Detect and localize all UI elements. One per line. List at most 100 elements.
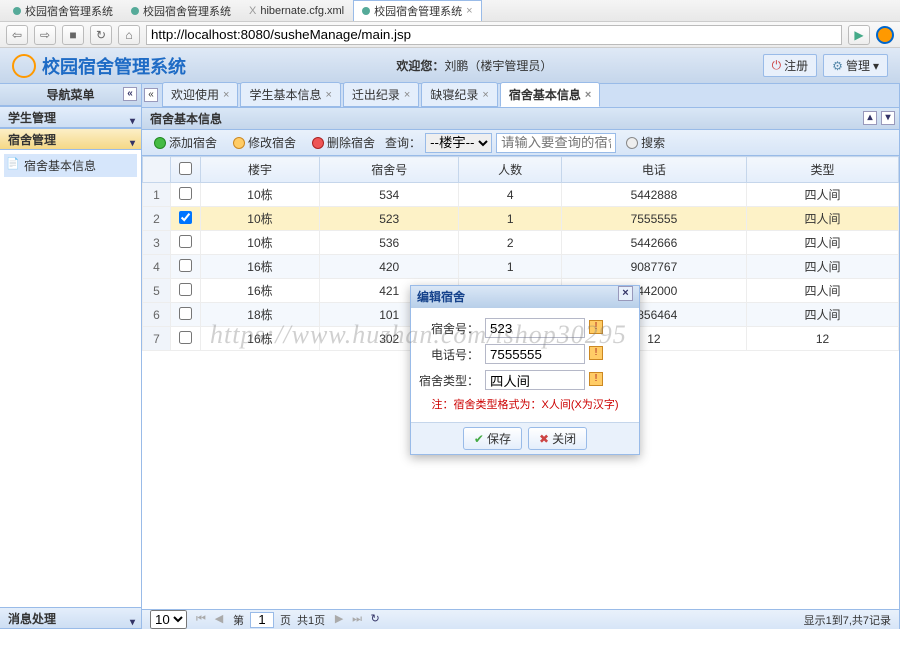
tab-welcome[interactable]: 欢迎使用×	[162, 82, 238, 107]
col-room[interactable]: 宿舍号	[319, 157, 459, 183]
delete-button[interactable]: 删除宿舍	[306, 132, 381, 153]
address-bar: ⇦ ⇨ ■ ↻ ⌂ ▶	[0, 22, 900, 48]
cell-type: 12	[747, 327, 899, 351]
select-all-checkbox[interactable]	[179, 162, 192, 175]
cell-building: 10栋	[201, 231, 320, 255]
save-button[interactable]: ✔保存	[463, 427, 522, 450]
home-button[interactable]: ⌂	[118, 25, 140, 45]
forward-button[interactable]: ⇨	[34, 25, 56, 45]
cell-people: 2	[459, 231, 561, 255]
prev-page-button[interactable]: ◀	[211, 612, 227, 628]
page-size-select[interactable]: 10	[150, 610, 187, 629]
dialog-header[interactable]: 编辑宿舍 ×	[411, 286, 639, 308]
first-page-button[interactable]: ⏮	[193, 612, 209, 628]
cell-room: 534	[319, 183, 459, 207]
table-row[interactable]: 3 10栋 536 2 5442666 四人间	[143, 231, 899, 255]
panel-collapse-button[interactable]: ▴	[863, 111, 877, 125]
row-number: 4	[143, 255, 171, 279]
close-button[interactable]: ✖关闭	[528, 427, 587, 450]
browser-tab[interactable]: 校园宿舍管理系统	[4, 0, 122, 22]
cell-building: 16栋	[201, 327, 320, 351]
edit-button[interactable]: 修改宿舍	[227, 132, 302, 153]
panel-header: 宿舍基本信息 ▴ ▾	[142, 108, 899, 130]
type-input[interactable]	[485, 370, 585, 390]
tab-scroll-left[interactable]: «	[144, 88, 158, 102]
search-input[interactable]	[496, 133, 616, 153]
chevron-down-icon: ▾	[130, 612, 135, 634]
col-building[interactable]: 楼宇	[201, 157, 320, 183]
collapse-button[interactable]: «	[123, 87, 137, 101]
go-button[interactable]: ▶	[848, 25, 870, 45]
add-icon	[154, 137, 166, 149]
cell-phone: 9087767	[561, 255, 746, 279]
close-icon[interactable]: ×	[482, 89, 488, 101]
acc-student[interactable]: 学生管理▾	[0, 106, 141, 128]
dialog-close-button[interactable]: ×	[618, 286, 633, 301]
cell-type: 四人间	[747, 207, 899, 231]
browser-tab[interactable]: Xhibernate.cfg.xml	[240, 2, 353, 20]
row-checkbox[interactable]	[179, 235, 192, 248]
stop-button[interactable]: ■	[62, 25, 84, 45]
row-number: 7	[143, 327, 171, 351]
col-phone[interactable]: 电话	[561, 157, 746, 183]
next-page-button[interactable]: ▶	[331, 612, 347, 628]
row-checkbox[interactable]	[179, 331, 192, 344]
row-number: 6	[143, 303, 171, 327]
col-people[interactable]: 人数	[459, 157, 561, 183]
delete-icon	[312, 137, 324, 149]
close-icon[interactable]: ×	[325, 89, 331, 101]
table-row[interactable]: 2 10栋 523 1 7555555 四人间	[143, 207, 899, 231]
add-button[interactable]: 添加宿舍	[148, 132, 223, 153]
phone-input[interactable]	[485, 344, 585, 364]
search-button[interactable]: 搜索	[620, 132, 671, 153]
acc-message[interactable]: 消息处理▾	[0, 607, 141, 629]
close-icon[interactable]: ×	[404, 89, 410, 101]
cell-building: 18栋	[201, 303, 320, 327]
welcome-text: 欢迎您：刘鹏（楼宇管理员）	[396, 57, 552, 74]
close-icon[interactable]: ×	[585, 89, 591, 101]
row-checkbox[interactable]	[179, 259, 192, 272]
type-label: 宿舍类型：	[419, 372, 479, 389]
cell-type: 四人间	[747, 279, 899, 303]
col-type[interactable]: 类型	[747, 157, 899, 183]
row-checkbox[interactable]	[179, 187, 192, 200]
tree-dorm-info[interactable]: 宿舍基本信息	[4, 154, 137, 177]
browser-tab[interactable]: 校园宿舍管理系统	[122, 0, 240, 22]
row-checkbox[interactable]	[179, 307, 192, 320]
last-page-button[interactable]: ⏭	[349, 612, 365, 628]
close-icon[interactable]: ×	[466, 5, 472, 17]
url-input[interactable]	[146, 25, 842, 45]
cell-people: 1	[459, 207, 561, 231]
register-button[interactable]: ⏻注册	[763, 54, 818, 77]
refresh-button[interactable]: ↻	[90, 25, 112, 45]
cell-phone: 5442888	[561, 183, 746, 207]
table-row[interactable]: 1 10栋 534 4 5442888 四人间	[143, 183, 899, 207]
room-input[interactable]	[485, 318, 585, 338]
acc-dorm[interactable]: 宿舍管理▾	[0, 128, 141, 150]
check-icon: ✔	[474, 432, 484, 446]
cell-building: 16栋	[201, 279, 320, 303]
tab-student[interactable]: 学生基本信息×	[240, 82, 340, 107]
cell-room: 523	[319, 207, 459, 231]
row-checkbox[interactable]	[179, 211, 192, 224]
panel-menu-button[interactable]: ▾	[881, 111, 895, 125]
browser-tab[interactable]: 校园宿舍管理系统×	[353, 0, 481, 21]
query-select[interactable]: --楼宇--	[425, 133, 492, 153]
sidebar: 导航菜单 « 学生管理▾ 宿舍管理▾ 宿舍基本信息 消息处理▾	[0, 84, 142, 629]
tab-absence[interactable]: 缺寝纪录×	[421, 82, 497, 107]
page-input[interactable]	[250, 612, 274, 628]
app-header: 校园宿舍管理系统 欢迎您：刘鹏（楼宇管理员） ⏻注册 ⚙管理▾	[0, 48, 900, 84]
cell-building: 16栋	[201, 255, 320, 279]
row-number: 3	[143, 231, 171, 255]
table-row[interactable]: 4 16栋 420 1 9087767 四人间	[143, 255, 899, 279]
x-icon: ✖	[539, 432, 549, 446]
tab-moveout[interactable]: 迁出纪录×	[343, 82, 419, 107]
brand: 校园宿舍管理系统	[12, 53, 186, 79]
row-checkbox[interactable]	[179, 283, 192, 296]
tab-dorm[interactable]: 宿舍基本信息×	[500, 82, 600, 107]
close-icon[interactable]: ×	[223, 89, 229, 101]
reload-button[interactable]: ↻	[367, 612, 383, 628]
edit-icon	[233, 137, 245, 149]
back-button[interactable]: ⇦	[6, 25, 28, 45]
manage-button[interactable]: ⚙管理▾	[823, 54, 888, 77]
